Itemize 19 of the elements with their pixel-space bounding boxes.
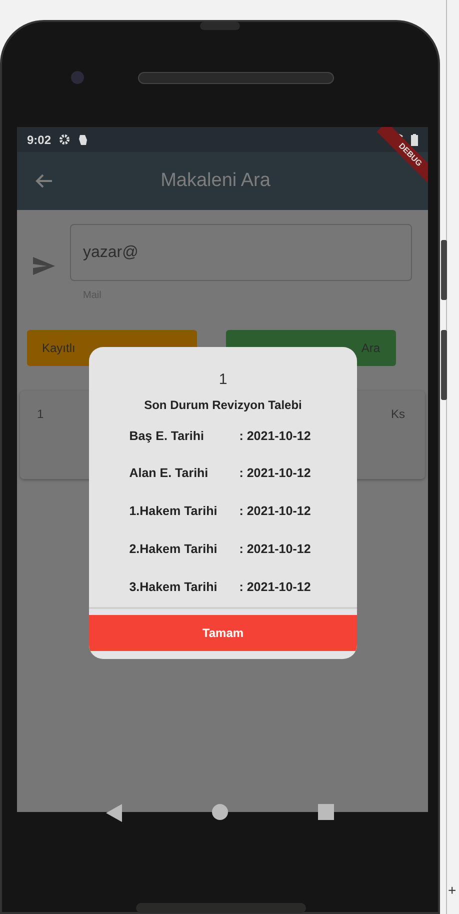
date-label: 2.Hakem Tarihi: [129, 540, 218, 558]
result-number: 1: [37, 406, 44, 423]
date-value: : 2021-10-12: [239, 465, 311, 482]
ok-button[interactable]: Tamam: [89, 615, 357, 651]
mail-field[interactable]: yazar@: [70, 224, 412, 281]
date-label: 3.Hakem Tarihi: [129, 578, 218, 596]
date-label: Baş E. Tarihi: [129, 428, 205, 445]
date-value: : 2021-10-12: [239, 578, 311, 596]
date-value: : 2021-10-12: [239, 503, 311, 520]
date-label: 1.Hakem Tarihi: [129, 503, 218, 520]
status-time: 9:02: [27, 132, 52, 148]
app-title: Makaleni Ara: [160, 168, 272, 193]
result-text: Ks: [390, 406, 405, 423]
dialog-subtitle: Son Durum Revizyon Talebi: [144, 396, 302, 414]
date-value: : 2021-10-12: [239, 428, 311, 444]
date-label: Alan E. Tarihi: [129, 465, 210, 482]
plus-mark: +: [448, 881, 456, 900]
dialog-title: 1: [218, 370, 228, 390]
date-value: : 2021-10-12: [239, 540, 311, 558]
